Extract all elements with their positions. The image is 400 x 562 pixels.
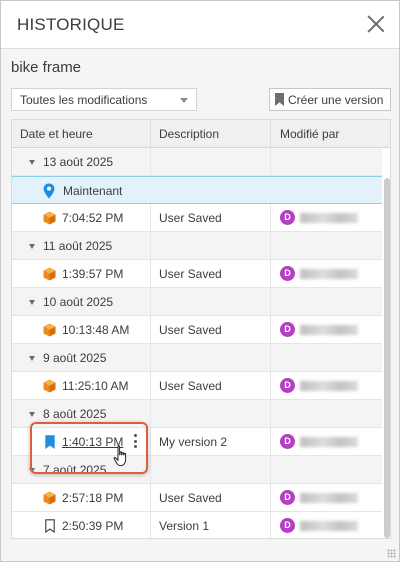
redacted-user-name	[300, 213, 358, 223]
more-vertical-icon[interactable]	[134, 434, 138, 450]
avatar: D	[280, 518, 295, 533]
current-version-row[interactable]: Maintenant	[12, 176, 382, 204]
row-time: 2:50:39 PM	[62, 519, 124, 533]
row-description: User Saved	[159, 491, 222, 505]
collapse-triangle-icon[interactable]	[29, 300, 35, 305]
redacted-user-name	[300, 521, 358, 531]
redacted-user-name	[300, 325, 358, 335]
redacted-user-name	[300, 381, 358, 391]
filter-value: Toutes les modifications	[20, 93, 148, 107]
avatar: D	[280, 434, 295, 449]
bookmark-icon	[275, 93, 284, 106]
redacted-user-name	[300, 437, 358, 447]
history-panel: HISTORIQUE bike frame Toutes les modific…	[0, 0, 400, 562]
bookmark-icon	[45, 435, 55, 449]
bookmark-outline-icon	[45, 519, 55, 533]
close-icon[interactable]	[367, 15, 385, 33]
date-group-label: 7 août 2025	[43, 463, 107, 477]
avatar: D	[280, 322, 295, 337]
table-row[interactable]: 11:25:10 AM User Saved D	[12, 372, 382, 400]
collapse-triangle-icon[interactable]	[29, 468, 35, 473]
row-description: My version 2	[159, 435, 228, 449]
row-description: User Saved	[159, 267, 222, 281]
resize-grip[interactable]	[387, 549, 396, 558]
create-version-label: Créer une version	[288, 93, 384, 107]
redacted-user-name	[300, 269, 358, 279]
avatar: D	[280, 378, 295, 393]
avatar: D	[280, 490, 295, 505]
row-description: User Saved	[159, 323, 222, 337]
date-group-row[interactable]: 13 août 2025	[12, 148, 382, 176]
column-header-modified-by[interactable]: Modifié par	[280, 127, 339, 141]
date-group-label: 8 août 2025	[43, 407, 107, 421]
cube-icon	[43, 323, 56, 337]
document-name: bike frame	[11, 59, 82, 76]
history-table: Date et heure Description Modifié par 13…	[11, 119, 391, 539]
table-row[interactable]: 2:50:39 PM Version 1 D	[12, 512, 382, 538]
vertical-scrollbar[interactable]	[384, 148, 390, 538]
column-header-description[interactable]: Description	[159, 127, 219, 141]
scrollbar-thumb[interactable]	[384, 178, 390, 538]
collapse-triangle-icon[interactable]	[29, 412, 35, 417]
table-row[interactable]: 1:39:57 PM User Saved D	[12, 260, 382, 288]
table-row[interactable]: 2:57:18 PM User Saved D	[12, 484, 382, 512]
date-group-row[interactable]: 11 août 2025	[12, 232, 382, 260]
current-version-label: Maintenant	[63, 184, 123, 198]
panel-title: HISTORIQUE	[17, 15, 125, 34]
date-group-label: 10 août 2025	[43, 295, 114, 309]
row-time: 10:13:48 AM	[62, 323, 130, 337]
date-group-row[interactable]: 10 août 2025	[12, 288, 382, 316]
row-time: 11:25:10 AM	[62, 379, 129, 393]
chevron-down-icon	[180, 98, 188, 103]
column-divider	[270, 120, 271, 148]
collapse-triangle-icon[interactable]	[29, 160, 35, 165]
column-divider	[150, 120, 151, 148]
table-row[interactable]: 10:13:48 AM User Saved D	[12, 316, 382, 344]
redacted-user-name	[300, 493, 358, 503]
cube-icon	[43, 267, 56, 281]
cube-icon	[43, 491, 56, 505]
table-row[interactable]: 1:40:13 PM My version 2 D	[12, 428, 382, 456]
change-filter-select[interactable]: Toutes les modifications	[11, 88, 197, 111]
create-version-button[interactable]: Créer une version	[269, 88, 391, 111]
cube-icon	[43, 211, 56, 225]
table-row[interactable]: 7:04:52 PM User Saved D	[12, 204, 382, 232]
row-time: 7:04:52 PM	[62, 211, 124, 225]
row-description: Version 1	[159, 519, 210, 533]
date-group-label: 13 août 2025	[43, 155, 114, 169]
date-group-row[interactable]: 7 août 2025	[12, 456, 382, 484]
avatar: D	[280, 210, 295, 225]
cube-icon	[43, 379, 56, 393]
row-time: 1:39:57 PM	[62, 267, 124, 281]
date-group-row[interactable]: 9 août 2025	[12, 344, 382, 372]
hand-pointer-icon	[113, 445, 127, 467]
collapse-triangle-icon[interactable]	[29, 244, 35, 249]
panel-header: HISTORIQUE	[1, 1, 399, 49]
location-pin-icon	[43, 183, 55, 199]
avatar: D	[280, 266, 295, 281]
row-description: User Saved	[159, 211, 222, 225]
date-group-row[interactable]: 8 août 2025	[12, 400, 382, 428]
date-group-label: 11 août 2025	[43, 239, 113, 253]
date-group-label: 9 août 2025	[43, 351, 107, 365]
collapse-triangle-icon[interactable]	[29, 356, 35, 361]
column-header-date[interactable]: Date et heure	[20, 127, 93, 141]
table-header: Date et heure Description Modifié par	[12, 120, 390, 148]
row-time: 2:57:18 PM	[62, 491, 124, 505]
row-description: User Saved	[159, 379, 222, 393]
